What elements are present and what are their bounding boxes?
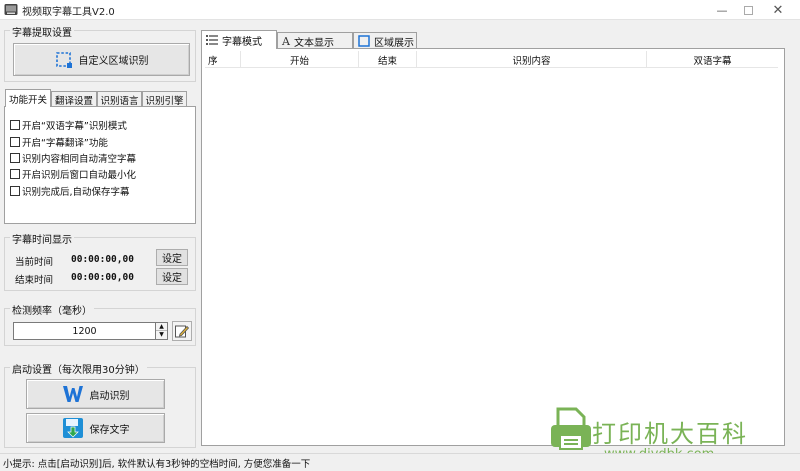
window-title: 视频取字幕工具V2.0: [22, 7, 115, 18]
frequency-spinner[interactable]: ▲ ▼: [156, 322, 168, 340]
tab-translation-settings[interactable]: 翻译设置: [51, 91, 97, 107]
column-label: 开始: [289, 55, 309, 67]
list-icon: [206, 35, 218, 45]
column-label: 序: [208, 55, 218, 67]
column-header-end[interactable]: 结束: [359, 51, 417, 68]
edit-frequency-button[interactable]: [172, 321, 192, 341]
column-label: 识别内容: [512, 55, 551, 67]
checkbox[interactable]: [10, 137, 20, 147]
save-text-button[interactable]: 保存文字: [26, 413, 165, 443]
tab-recognition-engine[interactable]: 识别引擎: [142, 91, 187, 107]
tab-label: 文本显示: [293, 37, 334, 49]
column-header-content[interactable]: 识别内容: [417, 51, 647, 68]
tab-subtitle-mode[interactable]: 字幕模式: [201, 30, 277, 49]
option-auto-minimize[interactable]: 开启识别后窗口自动最小化: [10, 167, 136, 181]
frequency-group-title: 检测频率（毫秒）: [10, 302, 94, 317]
option-auto-save[interactable]: 识别完成后,自动保存字幕: [10, 184, 130, 198]
option-label: 开启“双语字幕”识别模式: [22, 121, 127, 132]
maximize-icon: [743, 5, 753, 15]
option-bilingual-subtitle[interactable]: 开启“双语字幕”识别模式: [10, 118, 127, 132]
table-body[interactable]: [205, 68, 778, 442]
tab-region-display[interactable]: 区域展示: [353, 32, 417, 49]
set-end-time-button[interactable]: 设定: [156, 268, 188, 285]
status-bar: 小提示: 点击[启动识别]后, 软件默认有3秒钟的空档时间, 方便您准备一下: [0, 453, 800, 471]
set-label: 设定: [162, 273, 182, 284]
edit-pencil-icon: [175, 325, 190, 338]
option-label: 开启识别后窗口自动最小化: [22, 170, 137, 181]
status-text: 小提示: 点击[启动识别]后, 软件默认有3秒钟的空档时间, 方便您准备一下: [3, 458, 311, 470]
start-group-title: 启动设置（每次限用30分钟）: [10, 361, 147, 376]
option-auto-clear-duplicate[interactable]: 识别内容相同自动清空字幕: [10, 151, 136, 165]
close-icon: ✕: [772, 2, 784, 18]
spin-up-icon[interactable]: ▲: [156, 323, 167, 331]
set-label: 设定: [162, 254, 182, 265]
start-w-icon: [62, 386, 83, 402]
text-a-icon: A: [282, 34, 290, 48]
column-label: 双语字幕: [693, 55, 732, 67]
checkbox[interactable]: [10, 153, 20, 163]
column-label: 结束: [377, 55, 397, 67]
column-header-start[interactable]: 开始: [241, 51, 359, 68]
title-bar: [0, 0, 800, 20]
option-label: 开启“字幕翻译”功能: [22, 138, 108, 149]
region-frame-icon: [358, 35, 370, 47]
option-label: 识别内容相同自动清空字幕: [22, 154, 137, 165]
tab-text-display[interactable]: A 文本显示: [277, 32, 353, 49]
tab-label: 识别引擎: [145, 95, 184, 107]
set-current-time-button[interactable]: 设定: [156, 249, 188, 266]
current-time-label: 当前时间: [15, 257, 54, 268]
close-button[interactable]: ✕: [756, 0, 800, 20]
column-header-index[interactable]: 序: [205, 51, 241, 68]
tab-label: 区域展示: [374, 37, 414, 49]
option-subtitle-translation[interactable]: 开启“字幕翻译”功能: [10, 135, 108, 149]
checkbox[interactable]: [10, 120, 20, 130]
custom-region-label: 自定义区域识别: [78, 56, 149, 67]
time-group-title: 字幕时间显示: [10, 231, 74, 246]
option-label: 识别完成后,自动保存字幕: [22, 187, 130, 198]
column-header-bilingual[interactable]: 双语字幕: [647, 51, 778, 68]
checkbox[interactable]: [10, 186, 20, 196]
custom-region-button[interactable]: 自定义区域识别: [13, 43, 190, 76]
watermark-text: 打印机大百科: [592, 420, 748, 448]
extract-group-title: 字幕提取设置: [10, 24, 74, 39]
frequency-input[interactable]: 1200: [13, 322, 156, 340]
printer-logo-icon: [551, 407, 591, 450]
end-time-label: 结束时间: [15, 275, 54, 286]
subtitle-table-header: 序 开始 结束 识别内容 双语字幕: [205, 51, 778, 68]
tab-label: 功能开关: [8, 94, 47, 106]
tab-label: 识别语言: [100, 95, 139, 107]
tab-function-switch[interactable]: 功能开关: [5, 89, 51, 107]
current-time-value: 00:00:00,00: [71, 254, 134, 265]
spin-down-icon[interactable]: ▼: [156, 331, 167, 339]
end-time-value: 00:00:00,00: [71, 272, 134, 283]
save-text-label: 保存文字: [89, 424, 130, 436]
region-select-icon: [55, 51, 72, 68]
tab-label: 字幕模式: [222, 36, 262, 48]
frequency-value: 1200: [72, 325, 97, 337]
start-recognition-label: 启动识别: [89, 390, 130, 402]
start-recognition-button[interactable]: 启动识别: [26, 379, 165, 409]
save-download-icon: [62, 418, 83, 438]
tab-label: 翻译设置: [54, 95, 93, 107]
app-icon: [4, 4, 18, 15]
checkbox[interactable]: [10, 169, 20, 179]
tab-recognition-language[interactable]: 识别语言: [97, 91, 142, 107]
